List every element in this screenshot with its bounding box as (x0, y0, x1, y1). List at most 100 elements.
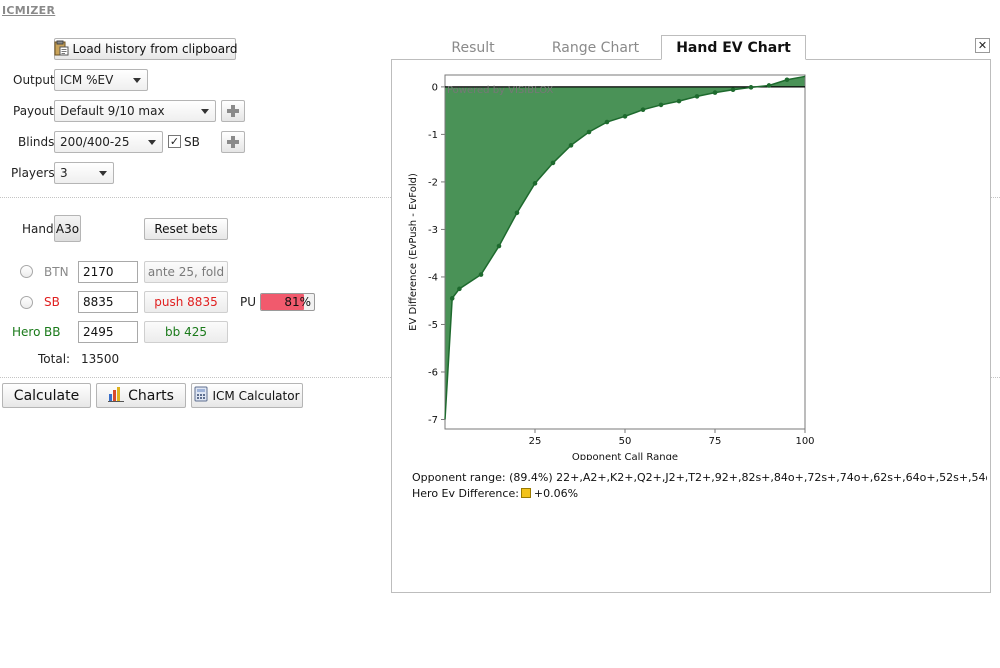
blinds-select[interactable]: 200/400-25 (54, 131, 163, 153)
data-point (730, 87, 736, 93)
hand-label: Hand (22, 222, 54, 236)
y-tick-label: 0 (432, 82, 438, 93)
blinds-value: 200/400-25 (60, 135, 130, 149)
calculate-label: Calculate (13, 387, 80, 404)
sb-push-range-text: 81% (284, 295, 311, 309)
hand-ev-chart: 25 50 75 100 0 -1 -2 -3 -4 -5 -6 -7 Powered by VIS… (408, 74, 815, 460)
bb-action-button[interactable]: bb 425 (144, 321, 228, 343)
sb-dealer-radio[interactable] (20, 296, 33, 309)
output-label: Output (13, 73, 55, 87)
y-tick-label: -4 (428, 272, 438, 283)
y-tick-label: -1 (428, 130, 438, 141)
data-point (712, 90, 718, 95)
data-point (694, 94, 700, 99)
reset-bets-label: Reset bets (154, 222, 218, 236)
chart-y-axis-label: EV Difference (EvPush - EvFold) (408, 173, 419, 331)
btn-stack-input[interactable]: 2170 (78, 261, 138, 283)
section-divider (0, 377, 391, 378)
x-tick-label: 100 (795, 436, 814, 447)
data-point (748, 85, 754, 90)
y-tick-label: -3 (428, 225, 438, 236)
sb-checkbox[interactable]: ✓ (168, 135, 181, 148)
opponent-range-label: Opponent range: (412, 471, 506, 484)
data-point (658, 102, 664, 108)
chevron-down-icon (148, 140, 156, 145)
btn-action-button[interactable]: ante 25, fold (144, 261, 228, 283)
x-tick-label: 50 (619, 436, 632, 447)
data-point (586, 129, 592, 135)
blinds-label: Blinds (18, 135, 55, 149)
data-point (550, 160, 556, 166)
calculator-icon (194, 386, 208, 405)
load-history-button[interactable]: Load history from clipboard (53, 38, 238, 60)
data-point (604, 119, 610, 125)
app-brand-link[interactable]: ICMIZER (2, 4, 55, 17)
payout-value: Default 9/10 max (60, 104, 165, 118)
sb-push-range-bar[interactable]: 81% (260, 293, 315, 311)
hero-ev-label: Hero Ev Difference: (412, 487, 519, 500)
total-value: 13500 (81, 352, 120, 366)
x-tick-label: 75 (709, 436, 722, 447)
position-btn-label: BTN (44, 265, 69, 279)
tab-result[interactable]: Result (416, 35, 530, 60)
players-select[interactable]: 3 (54, 162, 114, 184)
sb-checkbox-label: SB (184, 135, 200, 149)
section-divider (991, 197, 1000, 198)
total-label: Total: (38, 352, 71, 366)
clipboard-icon (53, 40, 69, 59)
data-point (640, 107, 646, 112)
load-history-label: Load history from clipboard (72, 42, 238, 56)
plus-icon (227, 105, 239, 117)
charts-label: Charts (128, 387, 174, 404)
position-sb-label: SB (44, 295, 60, 309)
sb-range-label: PU (240, 295, 257, 309)
data-point (532, 181, 538, 186)
charts-button[interactable]: Charts (96, 383, 186, 408)
output-value: ICM %EV (60, 73, 114, 87)
calculate-button[interactable]: Calculate (2, 383, 91, 408)
y-tick-label: -2 (428, 177, 438, 188)
bar-chart-icon (108, 386, 125, 406)
icm-calculator-label: ICM Calculator (212, 388, 300, 403)
chevron-down-icon (99, 171, 107, 176)
hero-ev-value: +0.06% (533, 487, 579, 500)
data-point (449, 296, 455, 301)
add-payout-button[interactable] (221, 100, 245, 122)
data-point (496, 243, 502, 249)
add-blinds-button[interactable] (221, 131, 245, 153)
players-label: Players (11, 166, 55, 180)
chevron-down-icon (133, 78, 141, 83)
sb-stack-input[interactable]: 8835 (78, 291, 138, 313)
close-icon[interactable]: ✕ (975, 38, 990, 53)
y-tick-label: -7 (428, 415, 438, 426)
opponent-range-line: Opponent range: (89.4%) 22+,A2+,K2+,Q2+,… (412, 471, 987, 484)
data-point (676, 98, 682, 104)
chart-x-axis-label: Opponent Call Range (572, 452, 678, 460)
output-select[interactable]: ICM %EV (54, 69, 148, 91)
data-point (766, 83, 772, 88)
sb-action-button[interactable]: push 8835 (144, 291, 228, 313)
hero-ev-legend-swatch (520, 488, 531, 498)
y-tick-label: -6 (428, 367, 438, 378)
section-divider (991, 377, 1000, 378)
tab-range-chart[interactable]: Range Chart (530, 35, 661, 60)
section-divider (0, 197, 391, 198)
bb-stack-input[interactable]: 2495 (78, 321, 138, 343)
data-point (514, 210, 520, 216)
y-tick-label: -5 (428, 320, 438, 331)
data-point (784, 77, 790, 83)
chart-watermark: Powered by VISIBLOX (447, 85, 554, 96)
hand-selector-button[interactable]: A3o (54, 215, 81, 242)
data-point (478, 272, 484, 277)
hero-label: Hero (12, 325, 41, 339)
payout-select[interactable]: Default 9/10 max (54, 100, 216, 122)
reset-bets-button[interactable]: Reset bets (144, 218, 228, 240)
btn-dealer-radio[interactable] (20, 265, 33, 278)
opponent-range-value: (89.4%) 22+,A2+,K2+,Q2+,J2+,T2+,92+,82s+… (509, 471, 987, 484)
data-point (568, 143, 574, 148)
plus-icon (227, 136, 239, 148)
tab-hand-ev-chart[interactable]: Hand EV Chart (661, 35, 806, 60)
hand-value: A3o (55, 221, 80, 236)
data-point (622, 114, 628, 119)
icm-calculator-button[interactable]: ICM Calculator (191, 383, 303, 408)
